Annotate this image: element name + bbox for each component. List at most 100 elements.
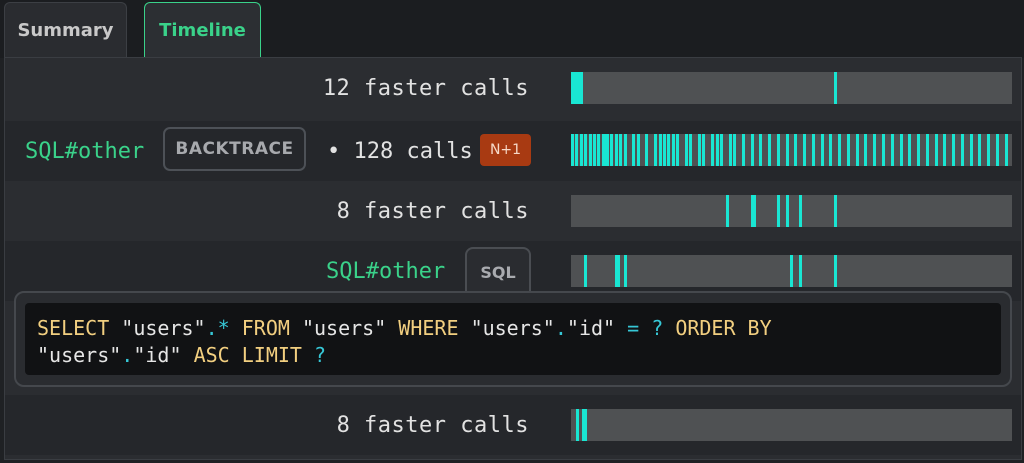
call-mark [777,134,780,166]
sql-line-1: SELECT "users".* FROM "users" WHERE "use… [37,316,772,340]
timeline-row: 8 faster calls [5,395,1021,455]
call-mark [961,134,964,166]
faster-calls-label: 8 faster calls [336,412,529,438]
sql-line-2: "users"."id" ASC LIMIT ? [37,343,327,367]
call-mark [645,134,648,166]
timeline-bar [571,409,1012,441]
call-mark [799,255,802,287]
call-mark [575,134,578,166]
sql-panel: SELECT "users".* FROM "users" WHERE "use… [14,291,1012,387]
sql-code: SELECT "users".* FROM "users" WHERE "use… [25,303,1001,375]
call-mark [790,255,793,287]
call-mark [729,134,732,166]
call-mark [873,134,876,166]
timeline-row-query: SQL#other BACKTRACE • 128 calls N+1 [5,121,1021,181]
call-mark [615,134,618,166]
call-mark [742,134,745,166]
call-mark [751,134,754,166]
call-mark [759,134,762,166]
call-mark [589,134,592,166]
call-mark [624,255,627,287]
call-mark [786,134,789,166]
call-mark [803,134,806,166]
call-mark [685,134,688,166]
call-mark [654,134,657,166]
tab-summary[interactable]: Summary [4,2,127,58]
call-mark [834,255,837,287]
call-mark [617,255,620,287]
call-mark [606,134,609,166]
call-mark [856,134,859,166]
call-mark [576,409,579,441]
call-mark [659,134,662,166]
call-mark [812,134,815,166]
call-mark [702,134,705,166]
call-mark [584,255,587,287]
call-mark [821,134,824,166]
call-mark [597,134,600,166]
call-mark [689,134,692,166]
call-mark [593,134,596,166]
call-mark [716,134,719,166]
call-mark [672,134,675,166]
call-mark [777,195,780,227]
call-mark [584,134,587,166]
call-mark [926,134,929,166]
call-mark [996,134,999,166]
sql-tab[interactable]: SQL [465,247,531,295]
timeline-bar [571,255,1012,287]
call-mark [610,134,613,166]
call-mark [987,134,990,166]
call-mark [900,134,903,166]
call-mark [864,134,867,166]
call-mark [711,134,714,166]
n-plus-one-badge: N+1 [480,134,531,166]
call-mark [580,72,583,104]
call-mark [676,134,679,166]
faster-calls-label: 12 faster calls [322,75,529,101]
call-mark [1005,134,1008,166]
call-mark [667,134,670,166]
call-mark [943,134,946,166]
call-mark [580,134,583,166]
call-mark [753,195,756,227]
call-mark [768,134,771,166]
call-mark [935,134,938,166]
tab-timeline[interactable]: Timeline [144,2,261,58]
call-mark [786,195,789,227]
call-mark [698,134,701,166]
timeline-bar [571,134,1012,166]
call-mark [952,134,955,166]
faster-calls-label: 8 faster calls [336,198,529,224]
call-mark [917,134,920,166]
call-mark [882,134,885,166]
call-mark [829,134,832,166]
tab-bar: Summary Timeline [0,0,1024,58]
call-mark [794,134,797,166]
timeline-bar [571,195,1012,227]
call-mark [891,134,894,166]
timeline-panel: 12 faster calls SQL#other BACKTRACE • 12… [4,57,1022,460]
call-mark [970,134,973,166]
call-mark [733,134,736,166]
call-mark [726,195,729,227]
call-mark [632,134,635,166]
call-mark [720,134,723,166]
query-name[interactable]: SQL#other [25,121,144,181]
timeline-bar [571,72,1012,104]
call-mark [584,409,587,441]
timeline-row: 8 faster calls [5,181,1021,241]
backtrace-button[interactable]: BACKTRACE [163,127,306,171]
calls-count: • 128 calls [327,138,473,164]
call-mark [637,134,640,166]
call-mark [619,134,622,166]
call-mark [838,134,841,166]
call-mark [834,72,837,104]
call-mark [799,195,802,227]
call-mark [663,134,666,166]
call-mark [834,195,837,227]
timeline-row: 12 faster calls [5,58,1021,118]
call-mark [847,134,850,166]
call-mark [978,134,981,166]
call-mark [624,134,627,166]
